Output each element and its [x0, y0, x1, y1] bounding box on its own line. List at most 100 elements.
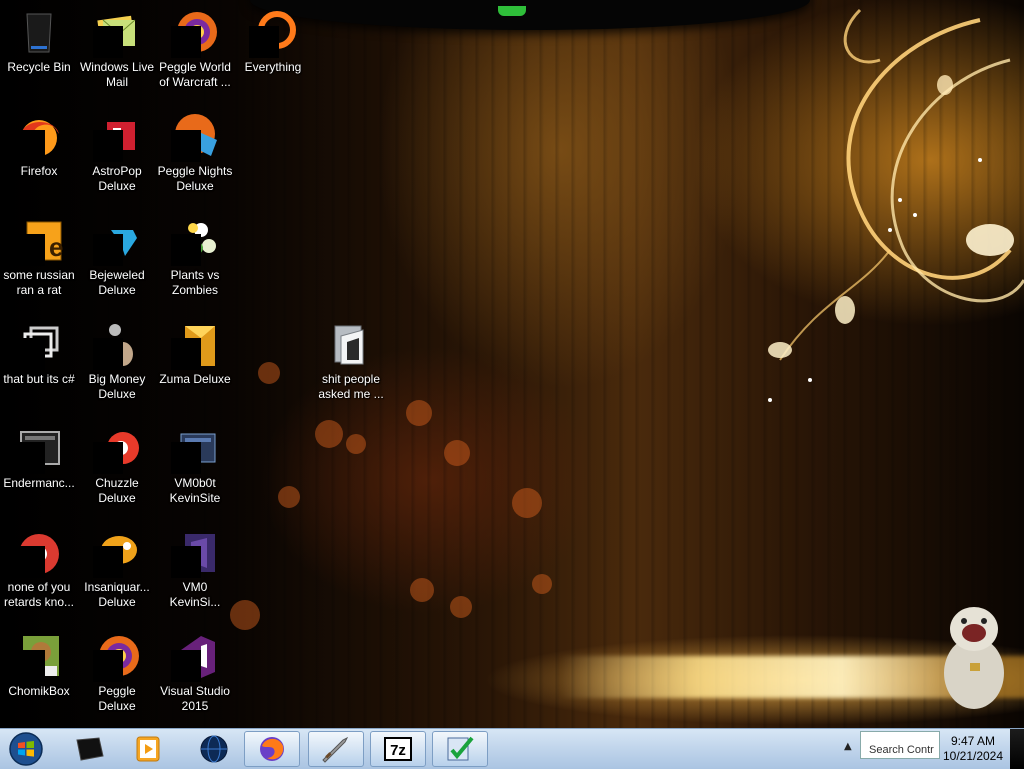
desktop-icon-label: Windows Live Mail	[79, 60, 155, 89]
desktop-icon-label: Peggle World of Warcraft ...	[159, 60, 231, 89]
desktop-icon-chomikbox[interactable]: ChomikBox	[0, 626, 78, 722]
icon-redaction-block	[93, 650, 123, 682]
folder-icon	[327, 320, 375, 368]
icon-redaction-block	[15, 650, 45, 682]
media-player-icon	[136, 736, 160, 762]
start-button[interactable]	[6, 731, 46, 767]
tray-clock[interactable]: 9:47 AM 10/21/2024	[935, 734, 1011, 764]
icon-redaction-block	[171, 650, 201, 682]
desktop-icon-label: Endermanc...	[3, 476, 75, 490]
desktop-icon-label: Recycle Bin	[7, 60, 71, 74]
sevenzip-icon: 7z	[384, 737, 412, 761]
svg-text:7z: 7z	[390, 742, 406, 759]
desktop-icon-label: Everything	[244, 60, 302, 74]
desktop-icon-label: Chuzzle Deluxe	[95, 476, 139, 505]
desktop-icon-insaniquarium-deluxe[interactable]: Insaniquar... Deluxe	[78, 522, 156, 618]
desktop-icon-label: Peggle Nights Deluxe	[157, 164, 233, 193]
icon-redaction-block	[171, 442, 201, 474]
icon-redaction-block	[15, 234, 45, 266]
desktop-icon-vm0-kevinsite[interactable]: VM0 KevinSi...	[156, 522, 234, 618]
icon-redaction-block	[93, 338, 123, 370]
taskbar-globe[interactable]	[186, 731, 242, 767]
checklist-icon	[447, 736, 474, 761]
wallpaper-bokeh	[406, 400, 432, 426]
taskbar-firefox[interactable]	[244, 731, 300, 767]
wallpaper-bokeh	[278, 486, 300, 508]
desktop-icon-bejeweled-deluxe[interactable]: Bejeweled Deluxe	[78, 210, 156, 306]
desktop-icon-none-of-you-retards-know[interactable]: none of you retards kno...	[0, 522, 78, 618]
desktop-icon-label: Plants vs Zombies	[170, 268, 220, 297]
desktop-icon-vm0b0t-kevinsite[interactable]: VM0b0t KevinSite	[156, 418, 234, 514]
icon-redaction-block	[171, 26, 201, 58]
desktop-icon-recycle-bin[interactable]: Recycle Bin	[0, 2, 78, 98]
tray-search-preview[interactable]: Search Contr	[860, 731, 940, 759]
desktop-icon-shit-people-asked-me[interactable]: shit people asked me ...	[312, 314, 390, 410]
icon-redaction-block	[171, 130, 201, 162]
taskbar-7zip[interactable]: 7z	[370, 731, 426, 767]
icon-redaction-block	[171, 338, 201, 370]
windows-start-icon	[9, 732, 43, 766]
desktop-icon-label: ChomikBox	[8, 684, 70, 698]
icon-redaction-block	[15, 338, 45, 370]
wallpaper-swirl	[768, 8, 1024, 402]
desktop-icon-label: shit people asked me ...	[318, 372, 384, 401]
wallpaper-bokeh	[230, 600, 260, 630]
icon-redaction-block	[249, 26, 279, 58]
desktop-icon-peggle-nights-deluxe[interactable]: Peggle Nights Deluxe	[156, 106, 234, 202]
taskbar-sword-tool[interactable]	[308, 731, 364, 767]
clock-time: 9:47 AM	[950, 734, 996, 748]
desktop-icon-label: some russian ran a rat	[3, 268, 75, 297]
desktop-icon-plants-vs-zombies[interactable]: Plants vs Zombies	[156, 210, 234, 306]
taskbar: 7z ▲ Search Contr 9:47 AM 10/21/2024	[0, 728, 1024, 769]
desktop-icon-windows-live-mail[interactable]: Windows Live Mail	[78, 2, 156, 98]
desktop-icon-label: that but its c#	[3, 372, 75, 386]
desktop-icon-that-but-its-csharp[interactable]: that but its c#	[0, 314, 78, 410]
taskbar-desktop-manager[interactable]	[62, 731, 118, 767]
icon-redaction-block	[93, 546, 123, 578]
desktop-icon-label: Visual Studio 2015	[160, 684, 230, 713]
desktop-icon-label: Bejeweled Deluxe	[89, 268, 145, 297]
desktop-icon-big-money-deluxe[interactable]: Big Money Deluxe	[78, 314, 156, 410]
tray-overflow-chevron-icon[interactable]: ▲	[844, 741, 852, 752]
desktop-icon-visual-studio-2015[interactable]: Visual Studio 2015	[156, 626, 234, 722]
desktop-icon-label: VM0b0t KevinSite	[169, 476, 221, 505]
icon-redaction-block	[15, 442, 45, 474]
desktop-icon-zuma-deluxe[interactable]: Zuma Deluxe	[156, 314, 234, 410]
icon-redaction-block	[93, 130, 123, 162]
icon-redaction-block	[93, 26, 123, 58]
taskbar-checklist[interactable]	[432, 731, 488, 767]
desktop-icon-astropop-deluxe[interactable]: AstroPop Deluxe	[78, 106, 156, 202]
icon-redaction-block	[15, 130, 45, 162]
sword-icon	[322, 736, 349, 763]
wallpaper-bokeh	[512, 488, 542, 518]
desktop-icon-everything[interactable]: Everything	[234, 2, 312, 98]
desktop-icon-some-russian-ran-a-rat[interactable]: e some russian ran a rat	[0, 210, 78, 306]
taskbar-media-player[interactable]	[120, 731, 176, 767]
clock-date: 10/21/2024	[942, 749, 1004, 763]
desktop-icon-chuzzle-deluxe[interactable]: Chuzzle Deluxe	[78, 418, 156, 514]
show-desktop-button[interactable]	[1010, 729, 1024, 769]
desktop-icon-peggle-deluxe[interactable]: Peggle Deluxe	[78, 626, 156, 722]
desktop-icon-label: VM0 KevinSi...	[169, 580, 221, 609]
icon-redaction-block	[15, 546, 45, 578]
desktop-icon-peggle-world-of-warcraft[interactable]: Peggle World of Warcraft ...	[156, 2, 234, 98]
firefox-icon	[260, 737, 284, 761]
wallpaper-bokeh	[410, 578, 434, 602]
desktop-icon-label: Big Money Deluxe	[88, 372, 146, 401]
wallpaper-bokeh	[258, 362, 280, 384]
desktop-icon-label: Insaniquar... Deluxe	[84, 580, 150, 609]
svg-text:e: e	[49, 232, 63, 262]
wallpaper-bokeh	[444, 440, 470, 466]
recycle-bin-icon	[15, 8, 63, 56]
desktop-icon-firefox[interactable]: Firefox	[0, 106, 78, 202]
icon-redaction-block	[93, 234, 123, 266]
desktop-icon-label: Peggle Deluxe	[98, 684, 136, 713]
desktop-icon-label: Zuma Deluxe	[159, 372, 231, 386]
wallpaper-bokeh	[346, 434, 366, 454]
icon-redaction-block	[171, 546, 201, 578]
mascot-figure	[944, 607, 1004, 709]
wallpaper-green-accent	[498, 6, 526, 16]
desktop-icon-label: AstroPop Deluxe	[92, 164, 142, 193]
desktop-icon-endermanch[interactable]: Endermanc...	[0, 418, 78, 514]
globe-icon	[200, 735, 228, 763]
